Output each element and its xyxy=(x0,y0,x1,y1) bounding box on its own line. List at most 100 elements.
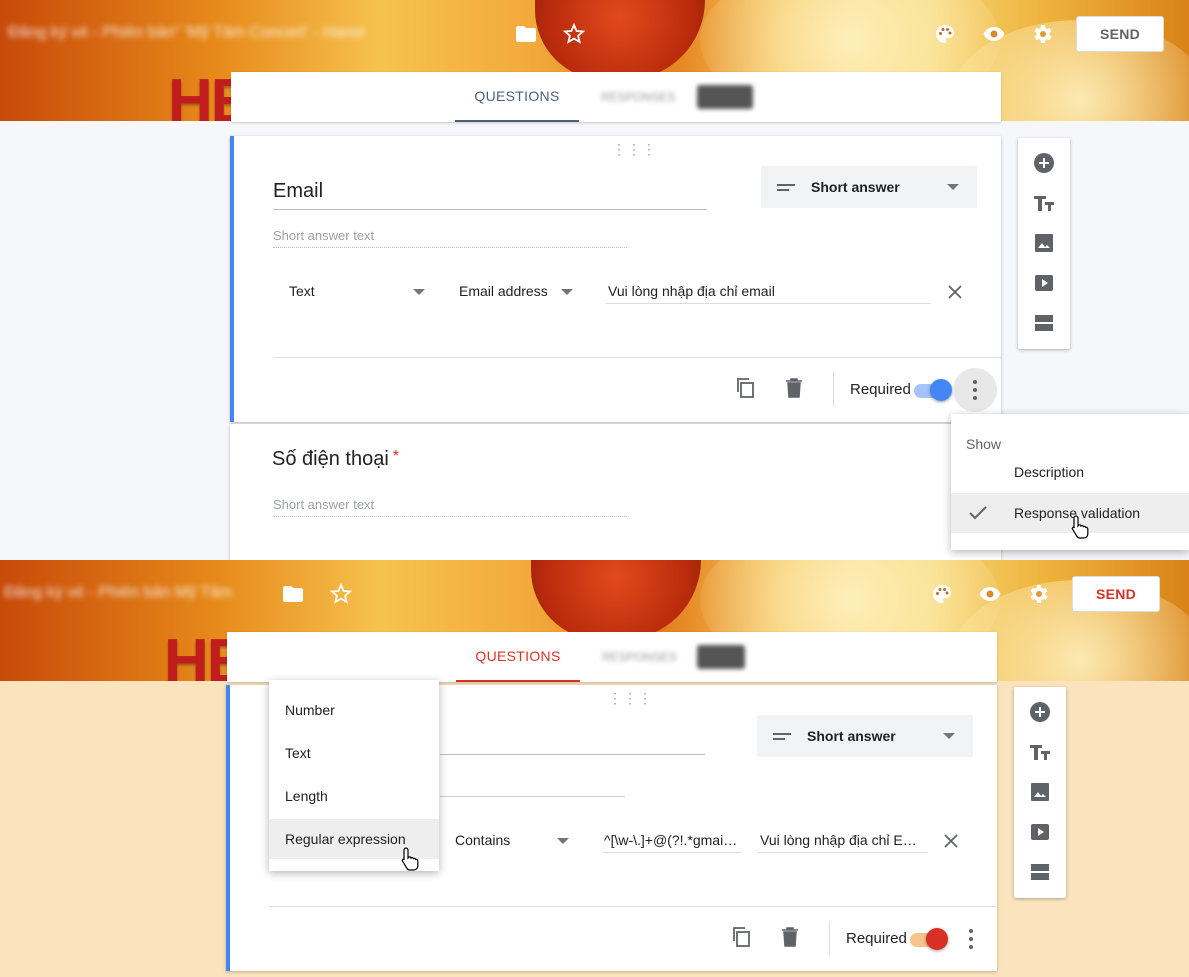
top-bar: Đăng ký vé - Phiên bản Mỹ Tâm SEND xyxy=(0,560,1189,630)
dropdown-item-label: Regular expression xyxy=(285,831,406,847)
drag-handle-icon[interactable]: ⋮⋮⋮ xyxy=(612,142,657,156)
chevron-down-icon[interactable] xyxy=(561,289,573,295)
tab-questions[interactable]: QUESTIONS xyxy=(456,632,580,682)
validation-condition-select[interactable]: Contains xyxy=(455,828,510,852)
add-video-icon[interactable] xyxy=(1028,820,1052,844)
add-image-icon[interactable] xyxy=(1032,231,1056,255)
tab-responses[interactable]: RESPONSES xyxy=(601,90,676,104)
toggle-knob xyxy=(926,928,948,950)
question-type-select[interactable]: Short answer xyxy=(761,166,977,208)
hand-cursor-icon xyxy=(401,847,419,871)
short-answer-icon xyxy=(773,730,791,743)
hand-cursor-icon xyxy=(1071,515,1089,539)
tab-questions[interactable]: QUESTIONS xyxy=(455,72,579,122)
screenshot-panel-top: HE Đăng ký vé - Phiên bản" 'Mỹ Tâm Conce… xyxy=(0,0,1189,560)
custom-error-text-input[interactable]: Vui lòng nhập địa chỉ email xyxy=(606,283,931,304)
delete-icon[interactable] xyxy=(778,925,802,949)
check-icon xyxy=(969,506,987,520)
add-section-icon[interactable] xyxy=(1028,860,1052,884)
required-star: * xyxy=(392,448,399,465)
folder-icon[interactable] xyxy=(514,22,538,46)
question-type-label: Short answer xyxy=(807,728,896,744)
palette-icon[interactable] xyxy=(930,582,954,606)
eye-icon[interactable] xyxy=(982,22,1006,46)
validation-type-select[interactable]: Text xyxy=(289,279,315,303)
card-divider xyxy=(269,906,997,907)
required-label: Required xyxy=(850,381,911,398)
add-title-icon[interactable] xyxy=(1028,740,1052,764)
add-title-icon[interactable] xyxy=(1032,191,1056,215)
more-options-button[interactable] xyxy=(949,917,993,961)
folder-icon[interactable] xyxy=(281,582,305,606)
dropdown-caret-icon xyxy=(943,733,955,739)
dropdown-item-text[interactable]: Text xyxy=(269,733,439,773)
custom-error-text-input[interactable]: Vui lòng nhập địa chỉ Email... xyxy=(758,832,928,853)
screenshot-panel-bottom: HE Đăng ký vé - Phiên bản Mỹ Tâm SEND QU… xyxy=(0,560,1189,977)
required-label: Required xyxy=(846,930,907,947)
question-card-email[interactable]: ⋮⋮⋮ Email Short answer Short answer text… xyxy=(230,136,1001,422)
short-answer-icon xyxy=(777,181,795,194)
form-title[interactable]: Đăng ký vé - Phiên bản" 'Mỹ Tâm Concert'… xyxy=(8,24,365,46)
star-icon[interactable] xyxy=(329,582,353,606)
question-title-phone[interactable]: Số điện thoại * xyxy=(272,448,399,471)
answer-placeholder-underline xyxy=(440,796,625,797)
add-video-icon[interactable] xyxy=(1032,271,1056,295)
regex-pattern-input[interactable]: ^[\w-\.]+@(?!.*gmai\.c... xyxy=(602,832,742,853)
more-vert-icon xyxy=(969,927,973,951)
duplicate-icon[interactable] xyxy=(730,925,754,949)
more-options-button[interactable] xyxy=(953,368,997,412)
question-title-underline xyxy=(440,754,705,755)
chevron-down-icon[interactable] xyxy=(557,838,569,844)
validation-condition-select[interactable]: Email address xyxy=(459,279,548,303)
star-icon[interactable] xyxy=(562,22,586,46)
question-type-select[interactable]: Short answer xyxy=(757,715,973,757)
tab-responses[interactable]: RESPONSES xyxy=(602,650,677,664)
eye-icon[interactable] xyxy=(978,582,1002,606)
required-toggle[interactable] xyxy=(908,928,948,950)
question-title-text: Số điện thoại xyxy=(272,448,389,470)
responses-count-badge xyxy=(697,645,745,669)
dropdown-item-length[interactable]: Length xyxy=(269,776,439,816)
form-title[interactable]: Đăng ký vé - Phiên bản Mỹ Tâm xyxy=(4,584,232,606)
add-question-icon[interactable] xyxy=(1032,151,1056,175)
menu-header: Show xyxy=(966,436,1002,452)
add-section-icon[interactable] xyxy=(1032,311,1056,335)
short-answer-placeholder: Short answer text xyxy=(273,228,627,248)
send-button[interactable]: SEND xyxy=(1072,576,1160,612)
question-title[interactable]: Email xyxy=(273,180,707,210)
footer-vertical-divider xyxy=(829,921,830,955)
required-toggle[interactable] xyxy=(912,379,952,401)
add-question-icon[interactable] xyxy=(1028,700,1052,724)
question-card-phone[interactable]: Số điện thoại * Short answer text xyxy=(230,424,1001,560)
gear-icon[interactable] xyxy=(1026,582,1050,606)
responses-count-badge xyxy=(697,85,753,109)
menu-item-label: Description xyxy=(1014,464,1085,480)
dropdown-item-label: Length xyxy=(285,788,328,804)
top-bar: Đăng ký vé - Phiên bản" 'Mỹ Tâm Concert'… xyxy=(0,0,1189,70)
drag-handle-icon[interactable]: ⋮⋮⋮ xyxy=(608,691,653,705)
toggle-knob xyxy=(930,379,952,401)
duplicate-icon[interactable] xyxy=(734,376,758,400)
delete-icon[interactable] xyxy=(782,376,806,400)
send-button[interactable]: SEND xyxy=(1076,16,1164,52)
floating-toolbar xyxy=(1014,687,1066,898)
question-type-label: Short answer xyxy=(811,179,900,195)
validation-type-dropdown: Number Text Length Regular expression xyxy=(269,680,439,871)
dropdown-item-label: Text xyxy=(285,745,311,761)
gear-icon[interactable] xyxy=(1030,22,1054,46)
close-icon[interactable] xyxy=(943,833,959,849)
more-vert-icon xyxy=(973,378,977,402)
add-image-icon[interactable] xyxy=(1028,780,1052,804)
dropdown-item-label: Number xyxy=(285,702,335,718)
tabs-bar: QUESTIONS RESPONSES xyxy=(231,72,1001,122)
footer-vertical-divider xyxy=(833,372,834,406)
dropdown-item-number[interactable]: Number xyxy=(269,690,439,730)
close-icon[interactable] xyxy=(947,284,963,300)
tabs-bar: QUESTIONS RESPONSES xyxy=(227,632,997,682)
floating-toolbar xyxy=(1018,138,1070,349)
short-answer-placeholder: Short answer text xyxy=(273,497,627,517)
card-divider xyxy=(273,357,1001,358)
chevron-down-icon[interactable] xyxy=(413,289,425,295)
menu-item-description[interactable]: Description xyxy=(951,452,1189,492)
palette-icon[interactable] xyxy=(933,22,957,46)
